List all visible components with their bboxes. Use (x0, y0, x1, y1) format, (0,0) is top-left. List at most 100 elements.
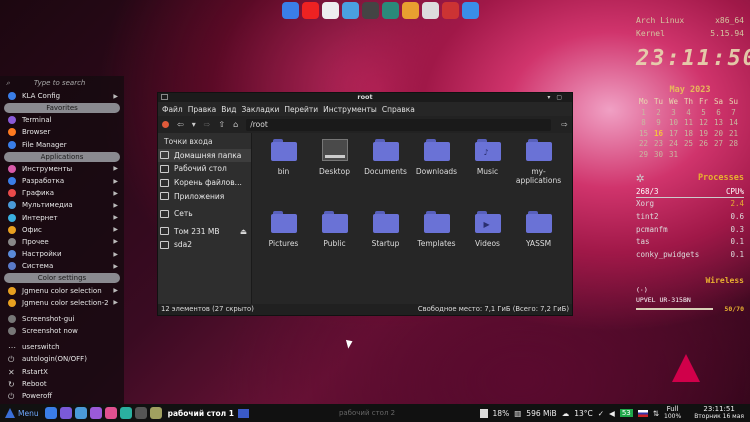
menu-item[interactable]: Screenshot now (0, 325, 124, 337)
apps-icon[interactable] (342, 2, 359, 19)
keyboard-icon[interactable] (362, 2, 379, 19)
menu-item[interactable]: Прочее ▶ (0, 236, 124, 248)
camera-icon[interactable] (382, 2, 399, 19)
cd-icon[interactable] (442, 2, 459, 19)
menu-6[interactable]: Справка (382, 105, 415, 114)
places-header[interactable]: Точки входа (158, 135, 251, 149)
file-item[interactable]: Downloads (411, 139, 462, 203)
menu-item[interactable]: Инструменты ▶ (0, 163, 124, 175)
window-menu-icon[interactable] (161, 94, 168, 100)
file-item[interactable]: ♪ Music (462, 139, 513, 203)
file-view[interactable]: bin Desktop Documents Downloads ♪ Music my-app… (252, 133, 572, 304)
menu-1[interactable]: Правка (188, 105, 217, 114)
menu-item[interactable]: Офис ▶ (0, 224, 124, 236)
keyboard-flag-icon[interactable] (637, 409, 648, 417)
process-row: conky_pwidgets 0.1 (636, 249, 744, 262)
eject-icon[interactable]: ⏏ (240, 227, 247, 236)
file-item[interactable]: Documents (360, 139, 411, 203)
menu-item[interactable]: Настройки ▶ (0, 248, 124, 260)
file-item[interactable]: Templates (411, 211, 462, 275)
file-item[interactable]: YASSM (513, 211, 564, 275)
menu-item[interactable]: ⏻ autologin(ON/OFF) (0, 353, 124, 365)
go-icon[interactable]: ⇨ (561, 120, 568, 129)
window-controls[interactable]: ▾▢ (547, 93, 568, 102)
network-icon[interactable]: ⇅ (653, 409, 659, 418)
menu-item[interactable]: Система ▶ (0, 260, 124, 272)
app-store-icon[interactable] (462, 2, 479, 19)
menu-item[interactable]: Jgmenu color selection ▶ (0, 284, 124, 296)
file-item[interactable]: my-applications (513, 139, 564, 203)
menu-item[interactable]: Jgmenu color selection-2 ▶ (0, 297, 124, 309)
menu-item[interactable]: ✕ RstartX (0, 366, 124, 378)
volume-icon[interactable]: ◀ (609, 409, 615, 418)
place-item[interactable]: Приложения (158, 189, 251, 203)
place-item[interactable]: Том 231 MB ⏏ (158, 225, 251, 239)
menu-item[interactable]: KLA Config ▶ (0, 90, 124, 102)
menu-item-icon: ✕ (8, 367, 15, 377)
pirate-icon[interactable] (322, 2, 339, 19)
menu-5[interactable]: Инструменты (323, 105, 377, 114)
taskbar-clock[interactable]: 23:11:51 Вторник 16 мая (694, 405, 744, 421)
file-item[interactable]: bin (258, 139, 309, 203)
place-item[interactable]: Сеть (158, 207, 251, 221)
app-icon[interactable] (74, 407, 87, 419)
menu-item[interactable]: ↻ Reboot (0, 378, 124, 390)
menu-button[interactable]: Menu (0, 408, 39, 418)
manager-icon[interactable] (149, 407, 162, 419)
back-icon[interactable]: ⇦ (177, 120, 184, 129)
menu-item[interactable]: ⏻ Poweroff (0, 390, 124, 402)
updates-badge[interactable]: 53 (619, 409, 633, 417)
menu-item-icon (8, 225, 16, 234)
menu-item[interactable]: File Manager (0, 139, 124, 151)
workspace-1-window-icon[interactable] (237, 408, 249, 418)
menu-item[interactable]: ⋯ userswitch (0, 341, 124, 353)
file-item[interactable]: Startup (360, 211, 411, 275)
menu-item[interactable]: Графика ▶ (0, 187, 124, 199)
top-dock (282, 2, 479, 22)
menu-4[interactable]: Перейти (284, 105, 318, 114)
menu-search[interactable]: ⌕ Type to search (0, 76, 124, 90)
disk-icon[interactable] (422, 2, 439, 19)
memory-icon[interactable]: ▥ (514, 409, 521, 418)
check-icon[interactable]: ✓ (598, 409, 604, 418)
menu-item-icon (8, 327, 16, 336)
place-item[interactable]: Корень файлов... (158, 176, 251, 190)
menu-0[interactable]: Файл (162, 105, 183, 114)
system-icon[interactable] (119, 407, 132, 419)
menu-item[interactable]: Terminal (0, 114, 124, 126)
files-icon[interactable] (282, 2, 299, 19)
workspace-2[interactable]: рабочий стол 2 (339, 409, 395, 417)
player-icon[interactable] (104, 407, 117, 419)
menu-item[interactable]: Разработка ▶ (0, 175, 124, 187)
file-item[interactable]: Public (309, 211, 360, 275)
menu-3[interactable]: Закладки (242, 105, 280, 114)
browser-icon[interactable] (59, 407, 72, 419)
workspace-1[interactable]: рабочий стол 1 (168, 409, 234, 418)
calendar-day: 19 (698, 128, 709, 138)
settings-icon[interactable] (134, 407, 147, 419)
menu-item[interactable]: Интернет ▶ (0, 212, 124, 224)
media-icon[interactable] (89, 407, 102, 419)
menu-item[interactable]: Browser (0, 126, 124, 138)
menu-item[interactable]: Screenshot-gui (0, 313, 124, 325)
up-icon[interactable]: ⇧ (218, 120, 225, 129)
photos-icon[interactable] (402, 2, 419, 19)
location-bar[interactable]: /root (246, 118, 552, 131)
history-dropdown-icon[interactable]: ▾ (192, 120, 196, 129)
place-item[interactable]: Рабочий стол (158, 162, 251, 176)
forward-icon[interactable]: ⇨ (204, 120, 211, 129)
file-item[interactable]: Desktop (309, 139, 360, 203)
close-button[interactable] (162, 121, 169, 128)
place-item[interactable]: Домашняя папка (158, 148, 251, 163)
yandex-browser-icon[interactable] (302, 2, 319, 19)
battery-icon[interactable] (479, 408, 488, 418)
file-item[interactable]: ▶ Videos (462, 211, 513, 275)
files-icon[interactable] (44, 407, 57, 419)
home-icon[interactable]: ⌂ (233, 120, 238, 129)
file-item[interactable]: Pictures (258, 211, 309, 275)
menu-item[interactable]: Мультимедиа ▶ (0, 199, 124, 211)
weather-icon[interactable]: ☁ (562, 409, 570, 418)
window-titlebar[interactable]: root ▾▢ (158, 93, 572, 102)
place-item[interactable]: sda2 (158, 238, 251, 252)
menu-2[interactable]: Вид (221, 105, 236, 114)
